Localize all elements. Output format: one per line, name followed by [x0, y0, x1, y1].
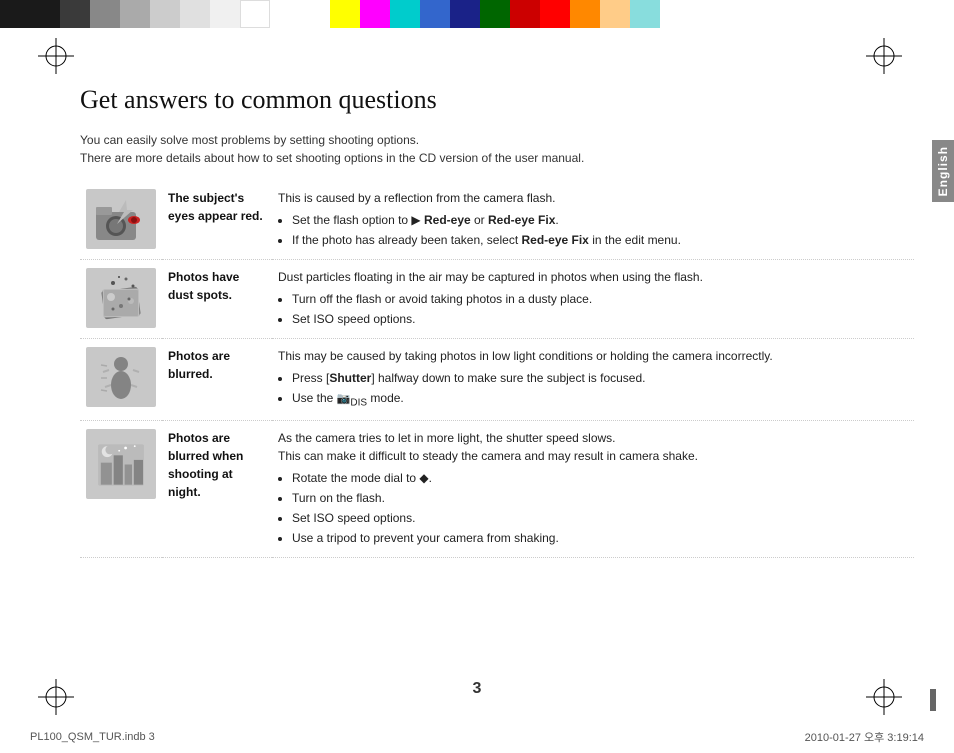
solution-bullets-3: Press [Shutter] halfway down to make sur…: [292, 369, 908, 410]
bullet-item: Use the 📷DIS mode.: [292, 389, 908, 410]
problem-icon-2: [86, 268, 156, 328]
swatch-orange: [570, 0, 600, 28]
problem-image-cell-3: [80, 339, 162, 421]
footer-filename: PL100_QSM_TUR.indb 3: [30, 731, 155, 743]
main-content: Get answers to common questions You can …: [80, 85, 914, 693]
language-tab: English: [932, 140, 954, 202]
reg-mark-topleft: [36, 36, 76, 76]
swatch-darkred: [510, 0, 540, 28]
swatch-white: [240, 0, 270, 28]
swatch-gray3: [150, 0, 180, 28]
swatch-lightcyan: [630, 0, 660, 28]
problem-image-cell-2: [80, 260, 162, 339]
swatch-black: [0, 0, 60, 28]
table-row: Photos are blurred. This may be caused b…: [80, 339, 914, 421]
problem-label-3: Photos are blurred.: [162, 339, 272, 421]
solution-cell-2: Dust particles floating in the air may b…: [272, 260, 914, 339]
problem-image-cell-1: [80, 181, 162, 260]
bullet-item: Rotate the mode dial to ◆.: [292, 469, 908, 487]
page-number: 3: [473, 680, 482, 698]
swatch-yellow: [330, 0, 360, 28]
solution-cell-1: This is caused by a reflection from the …: [272, 181, 914, 260]
solution-text-3: This may be caused by taking photos in l…: [278, 347, 908, 365]
page-title: Get answers to common questions: [80, 85, 914, 115]
bullet-item: Turn on the flash.: [292, 489, 908, 507]
red-eye-icon: [91, 192, 151, 247]
problem-label-2: Photos have dust spots.: [162, 260, 272, 339]
problem-label-4: Photos are blurred when shooting at nigh…: [162, 421, 272, 558]
solution-bullets-2: Turn off the flash or avoid taking photo…: [292, 290, 908, 328]
problem-icon-4: [86, 429, 156, 499]
solution-cell-4: As the camera tries to let in more light…: [272, 421, 914, 558]
blurred-icon: [91, 350, 151, 405]
table-row: Photos have dust spots. Dust particles f…: [80, 260, 914, 339]
swatch-gray2: [120, 0, 150, 28]
language-tab-label: English: [936, 146, 950, 196]
color-calibration-bar: [0, 0, 954, 28]
swatch-red: [540, 0, 570, 28]
page-number-bar: [930, 689, 936, 711]
solution-bullets-4: Rotate the mode dial to ◆. Turn on the f…: [292, 469, 908, 547]
swatch-gray4: [180, 0, 210, 28]
footer-timestamp: 2010-01-27 오후 3:19:14: [805, 729, 924, 745]
intro-line-1: You can easily solve most problems by se…: [80, 131, 914, 149]
swatch-green: [480, 0, 510, 28]
reg-mark-bottomleft: [36, 677, 76, 717]
solution-bullets-1: Set the flash option to ▶ Red-eye or Red…: [292, 211, 908, 249]
bullet-item: Set the flash option to ▶ Red-eye or Red…: [292, 211, 908, 229]
table-row: The subject's eyes appear red. This is c…: [80, 181, 914, 260]
swatch-dark: [60, 0, 90, 28]
swatch-magenta: [360, 0, 390, 28]
table-row: Photos are blurred when shooting at nigh…: [80, 421, 914, 558]
footer: PL100_QSM_TUR.indb 3 2010-01-27 오후 3:19:…: [0, 729, 954, 745]
bullet-item: Set ISO speed options.: [292, 310, 908, 328]
intro-paragraph: You can easily solve most problems by se…: [80, 131, 914, 167]
reg-mark-topright: [864, 36, 904, 76]
problem-icon-1: [86, 189, 156, 249]
night-blur-icon: [91, 437, 151, 492]
swatch-cyan: [390, 0, 420, 28]
bullet-item: If the photo has already been taken, sel…: [292, 231, 908, 249]
problem-icon-3: [86, 347, 156, 407]
solution-text-4: As the camera tries to let in more light…: [278, 429, 908, 465]
solution-cell-3: This may be caused by taking photos in l…: [272, 339, 914, 421]
solution-text-1: This is caused by a reflection from the …: [278, 189, 908, 207]
problem-image-cell-4: [80, 421, 162, 558]
swatch-lightgray: [210, 0, 240, 28]
swatch-gap: [270, 0, 330, 28]
swatch-blue2: [450, 0, 480, 28]
bullet-item: Use a tripod to prevent your camera from…: [292, 529, 908, 547]
bullet-item: Turn off the flash or avoid taking photo…: [292, 290, 908, 308]
dust-spots-icon: [91, 271, 151, 326]
swatch-peach: [600, 0, 630, 28]
swatch-gray1: [90, 0, 120, 28]
problem-label-1: The subject's eyes appear red.: [162, 181, 272, 260]
solution-text-2: Dust particles floating in the air may b…: [278, 268, 908, 286]
bullet-item: Set ISO speed options.: [292, 509, 908, 527]
bullet-item: Press [Shutter] halfway down to make sur…: [292, 369, 908, 387]
swatch-blue1: [420, 0, 450, 28]
intro-line-2: There are more details about how to set …: [80, 149, 914, 167]
problems-table: The subject's eyes appear red. This is c…: [80, 181, 914, 558]
